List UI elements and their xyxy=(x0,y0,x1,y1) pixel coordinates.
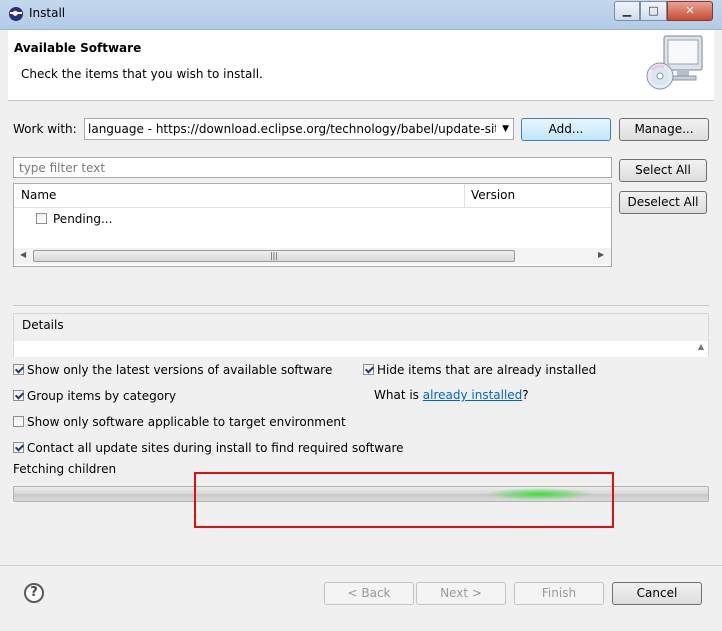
horizontal-scrollbar[interactable]: ◀ ||| ▶ xyxy=(14,248,611,265)
hide-installed-checkbox[interactable] xyxy=(363,364,374,375)
show-latest-checkbox[interactable] xyxy=(13,364,24,375)
highlight-annotation xyxy=(194,472,614,528)
column-version[interactable]: Version xyxy=(471,184,515,207)
select-all-button[interactable]: Select All xyxy=(619,159,707,182)
deselect-all-button[interactable]: Deselect All xyxy=(619,191,707,214)
status-text: Fetching children xyxy=(13,462,117,476)
show-applicable-option[interactable]: Show only software applicable to target … xyxy=(13,414,346,430)
page-title: Available Software xyxy=(14,41,142,55)
group-by-category-label: Group items by category xyxy=(27,388,177,403)
scroll-up-icon[interactable]: ▲ xyxy=(698,342,704,351)
next-button[interactable]: Next > xyxy=(416,582,506,605)
back-button[interactable]: < Back xyxy=(324,582,414,605)
help-icon[interactable]: ? xyxy=(24,583,44,603)
work-with-combo[interactable]: language - https://download.eclipse.org/… xyxy=(84,118,514,140)
scroll-thumb[interactable]: ||| xyxy=(33,250,515,262)
hide-installed-option[interactable]: Hide items that are already installed xyxy=(363,362,596,378)
add-button[interactable]: Add... xyxy=(521,118,611,141)
column-name[interactable]: Name xyxy=(21,184,56,207)
work-with-value: language - https://download.eclipse.org/… xyxy=(88,122,496,136)
details-group: Details ▲ xyxy=(13,313,709,357)
what-is-installed-text: What is already installed? xyxy=(374,388,529,402)
show-latest-option[interactable]: Show only the latest versions of availab… xyxy=(13,362,332,378)
filter-box[interactable] xyxy=(13,157,612,178)
work-with-label: Work with: xyxy=(13,122,77,136)
tree-header: Name Version xyxy=(14,184,611,208)
close-button[interactable]: ✕ xyxy=(667,1,713,21)
cancel-button[interactable]: Cancel xyxy=(612,582,702,605)
what-is-prefix: What is xyxy=(374,388,423,402)
minimize-button[interactable]: ▁ xyxy=(614,1,640,21)
contact-sites-checkbox[interactable] xyxy=(13,442,24,453)
header-banner: Available Software Check the items that … xyxy=(8,30,714,101)
contact-sites-option[interactable]: Contact all update sites during install … xyxy=(13,440,404,456)
show-applicable-checkbox[interactable] xyxy=(13,416,24,427)
finish-button[interactable]: Finish xyxy=(514,582,604,605)
button-bar-divider xyxy=(0,565,722,566)
tree-item-label: Pending... xyxy=(53,211,113,226)
software-tree[interactable]: Name Version Pending... ◀ ||| ▶ xyxy=(13,183,612,267)
title-bar[interactable]: Install ▁ □ ✕ xyxy=(0,0,722,30)
eclipse-icon xyxy=(9,7,23,21)
already-installed-link[interactable]: already installed xyxy=(423,388,523,402)
sash-divider[interactable] xyxy=(13,305,709,306)
page-description: Check the items that you wish to install… xyxy=(21,67,263,81)
maximize-button[interactable]: □ xyxy=(640,1,667,21)
details-title: Details xyxy=(22,318,64,332)
details-text-area[interactable]: ▲ xyxy=(14,341,708,357)
contact-sites-label: Contact all update sites during install … xyxy=(27,440,404,455)
filter-input[interactable] xyxy=(17,160,601,176)
install-wizard-icon xyxy=(646,35,703,90)
group-by-category-option[interactable]: Group items by category xyxy=(13,388,176,404)
tree-item-pending[interactable]: Pending... xyxy=(36,211,112,229)
column-divider[interactable] xyxy=(464,184,465,207)
scroll-left-icon[interactable]: ◀ xyxy=(20,250,26,259)
install-dialog: Install ▁ □ ✕ Available Software Check t… xyxy=(0,0,722,631)
manage-button[interactable]: Manage... xyxy=(619,118,709,141)
window-title: Install xyxy=(29,6,66,20)
show-applicable-label: Show only software applicable to target … xyxy=(27,414,346,429)
scroll-right-icon[interactable]: ▶ xyxy=(598,250,604,259)
pending-checkbox[interactable] xyxy=(36,213,47,224)
what-is-suffix: ? xyxy=(522,388,529,402)
show-latest-label: Show only the latest versions of availab… xyxy=(27,362,333,377)
group-by-category-checkbox[interactable] xyxy=(13,390,24,401)
hide-installed-label: Hide items that are already installed xyxy=(377,362,597,377)
dropdown-arrow-icon[interactable]: ▼ xyxy=(502,124,509,134)
